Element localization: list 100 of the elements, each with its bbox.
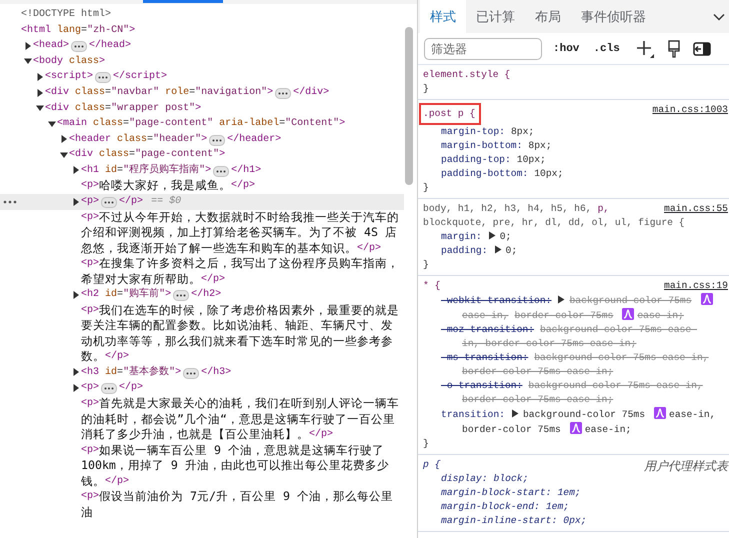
tree-row[interactable]: <header class="header"> </header> [0, 132, 404, 148]
triangle-right-icon[interactable] [72, 166, 80, 174]
tree-row[interactable]: <p>假设当前油价为 7元/升，百公里 9 个油，那么每公里油 [0, 489, 404, 520]
tree-row[interactable]: <p>哈喽大家好，我是咸鱼。</p> [0, 178, 404, 194]
tree-row[interactable]: <h1 id="程序员购车指南"> </h1> [0, 162, 404, 178]
curve-icon[interactable] [622, 308, 634, 320]
ellipsis-button[interactable] [101, 196, 118, 208]
triangle-right-icon[interactable] [36, 72, 44, 81]
tree-row[interactable]: <html lang="zh-CN"> [0, 22, 404, 38]
ellipsis-button[interactable] [71, 41, 88, 52]
tree-row[interactable]: <h2 id="购车前"> </h2> [0, 287, 404, 303]
source-link[interactable]: main.css:55 [664, 202, 728, 216]
property-value[interactable]: block; [494, 472, 528, 486]
tree-row[interactable]: <div class="navbar" role="navigation"> </div> [0, 84, 404, 101]
property-name[interactable]: transition: [441, 409, 505, 420]
triangle-down-icon[interactable] [24, 57, 32, 66]
triangle-right-icon[interactable] [24, 42, 32, 50]
triangle-right-icon[interactable] [60, 135, 68, 144]
property-value[interactable]: 1em; [546, 500, 570, 514]
property-value[interactable]: ease-in; [584, 423, 632, 437]
tree-row[interactable]: <p>我们在选车的时候，除了考虑价格因素外，最重要的就是要关注车辆的配置参数。比如说油耗、轴距、车辆尺寸、发动机功率等等，那么我们就来看下选车时常见的一些参考参数。</p> [0, 302, 404, 365]
property-name[interactable]: -webkit-transition: [441, 295, 552, 306]
property-name[interactable]: margin-inline-start: [441, 515, 558, 526]
toolbar-button[interactable]: :hov [550, 40, 582, 56]
css-selector[interactable]: body, h1, h2, h3, h4, h5, h6, [423, 202, 592, 216]
tree-row[interactable]: <script> </script> [0, 69, 404, 85]
tree-row[interactable]: <p>首先就是大家最关心的油耗，我们在听到别人评论一辆车的油耗时，都会说”几个油“，意思是这辆车行驶了一百公里消耗了多少升油，也就是【百公里油耗】。</p> [0, 396, 404, 443]
property-value[interactable]: 10px; [534, 167, 564, 181]
property-name[interactable]: margin-block-start: [441, 487, 552, 498]
source-link[interactable]: main.css:1003 [652, 103, 728, 117]
ellipsis-button[interactable] [95, 72, 112, 84]
ellipsis-button[interactable] [173, 290, 190, 302]
chevron-down-icon[interactable] [713, 12, 725, 20]
property-name[interactable]: padding: [441, 245, 488, 256]
property-value[interactable]: border-color 75ms [462, 423, 561, 437]
property-name[interactable]: -moz-transition: [441, 324, 534, 335]
tree-row[interactable]: <div class="wrapper post"> [0, 100, 404, 116]
property-value[interactable]: ease-in, [669, 408, 716, 422]
triangle-down-icon[interactable] [36, 104, 44, 112]
property-name[interactable]: display: [441, 473, 488, 484]
ellipsis-button[interactable] [101, 383, 118, 394]
filter-field[interactable]: 筛选器 [424, 38, 542, 60]
property-name[interactable]: margin-top: [441, 126, 505, 137]
css-selector[interactable]: .post p { [423, 107, 476, 121]
plus-icon[interactable] [634, 38, 655, 58]
curve-icon[interactable] [570, 422, 582, 434]
property-value[interactable]: 1em; [557, 486, 581, 500]
tree-row[interactable]: <p> </p> [0, 380, 404, 396]
property-value[interactable]: 0; [500, 230, 512, 244]
tree-row[interactable]: <head> </head> [0, 38, 404, 54]
tree-row[interactable]: <body class> [0, 54, 404, 70]
property-name[interactable]: -o-transition: [441, 380, 522, 391]
css-selector[interactable]: p { [423, 458, 440, 472]
triangle-right-icon[interactable] [72, 384, 80, 392]
curve-icon[interactable] [700, 293, 713, 305]
triangle-down-icon[interactable] [48, 120, 56, 128]
tree-row[interactable]: <p>如果说一辆车百公里 9 个油，意思就是这辆车行驶了 100km，用掉了 9 升油，由此也可以推出每公里花费多少钱。</p> [0, 442, 404, 490]
css-selector[interactable]: element.style { [423, 68, 510, 82]
triangle-down-icon[interactable] [60, 150, 68, 159]
triangle-right-icon[interactable] [72, 198, 80, 206]
source-link[interactable]: main.css:19 [664, 279, 728, 293]
tree-row[interactable]: <!DOCTYPE html> [0, 7, 404, 22]
triangle-right-icon[interactable] [36, 88, 44, 97]
toolbar-button[interactable]: .cls [590, 40, 623, 56]
sidebar-toggle-icon[interactable] [692, 42, 711, 56]
panel-tab[interactable]: 样式 [420, 0, 466, 33]
triangle-right-icon[interactable] [72, 368, 80, 376]
property-name[interactable]: -ms-transition: [441, 352, 528, 363]
property-value[interactable]: 8px; [528, 139, 552, 153]
paintbrush-icon[interactable] [666, 40, 681, 58]
panel-tab[interactable]: 已计算 [466, 0, 525, 33]
triangle-right-icon[interactable] [72, 290, 80, 299]
ellipsis-button[interactable] [183, 368, 200, 379]
tree-row[interactable]: <h3 id="基本参数"> </h3> [0, 364, 404, 380]
property-name[interactable]: padding-top: [441, 154, 511, 165]
ellipsis-button[interactable] [275, 88, 292, 99]
property-name[interactable]: margin-bottom: [441, 140, 522, 151]
panel-tab[interactable]: 布局 [525, 0, 571, 33]
property-value[interactable]: background-color 75ms [522, 408, 646, 422]
property-value[interactable]: border-color 75ms [514, 309, 614, 323]
tree-row[interactable]: <p>不过从今年开始，大数据就时不时给我推一些关于汽车的介绍和评测视频，加上打算给老爸买辆车。为了不被 4S 店忽悠，我逐渐开始了解一些选车和购车的基本知识。</p> [0, 210, 404, 256]
curve-icon[interactable] [654, 407, 666, 419]
tree-row[interactable]: <div class="page-content"> [0, 147, 404, 163]
ellipsis-button[interactable] [209, 134, 226, 146]
property-value[interactable]: 0px; [563, 514, 587, 528]
scrollbar-thumb[interactable] [405, 27, 413, 185]
property-name[interactable]: margin-block-end: [441, 501, 540, 512]
property-name[interactable]: margin: [441, 231, 482, 242]
property-name[interactable]: padding-bottom: [441, 168, 528, 179]
panel-tab[interactable]: 事件侦听器 [571, 0, 656, 33]
css-selector[interactable]: p, [598, 202, 610, 216]
more-icon[interactable] [3, 200, 17, 204]
property-value[interactable]: 0; [506, 244, 518, 258]
tree-row[interactable]: <main class="page-content" aria-label="Content"> [0, 116, 404, 132]
css-selector[interactable]: * { [423, 279, 440, 293]
triangle-right-icon[interactable] [510, 409, 519, 418]
property-value[interactable]: 10px; [516, 153, 546, 167]
tree-row[interactable]: <p> </p> == $0 [0, 194, 404, 210]
css-selector[interactable]: blockquote, pre, hr, dl, dd, ol, ul, figure { [423, 216, 685, 230]
tree-row[interactable]: <p>在搜集了许多资料之后，我写出了这份程序员购车指南，希望对大家有所帮助。</p> [0, 256, 404, 288]
